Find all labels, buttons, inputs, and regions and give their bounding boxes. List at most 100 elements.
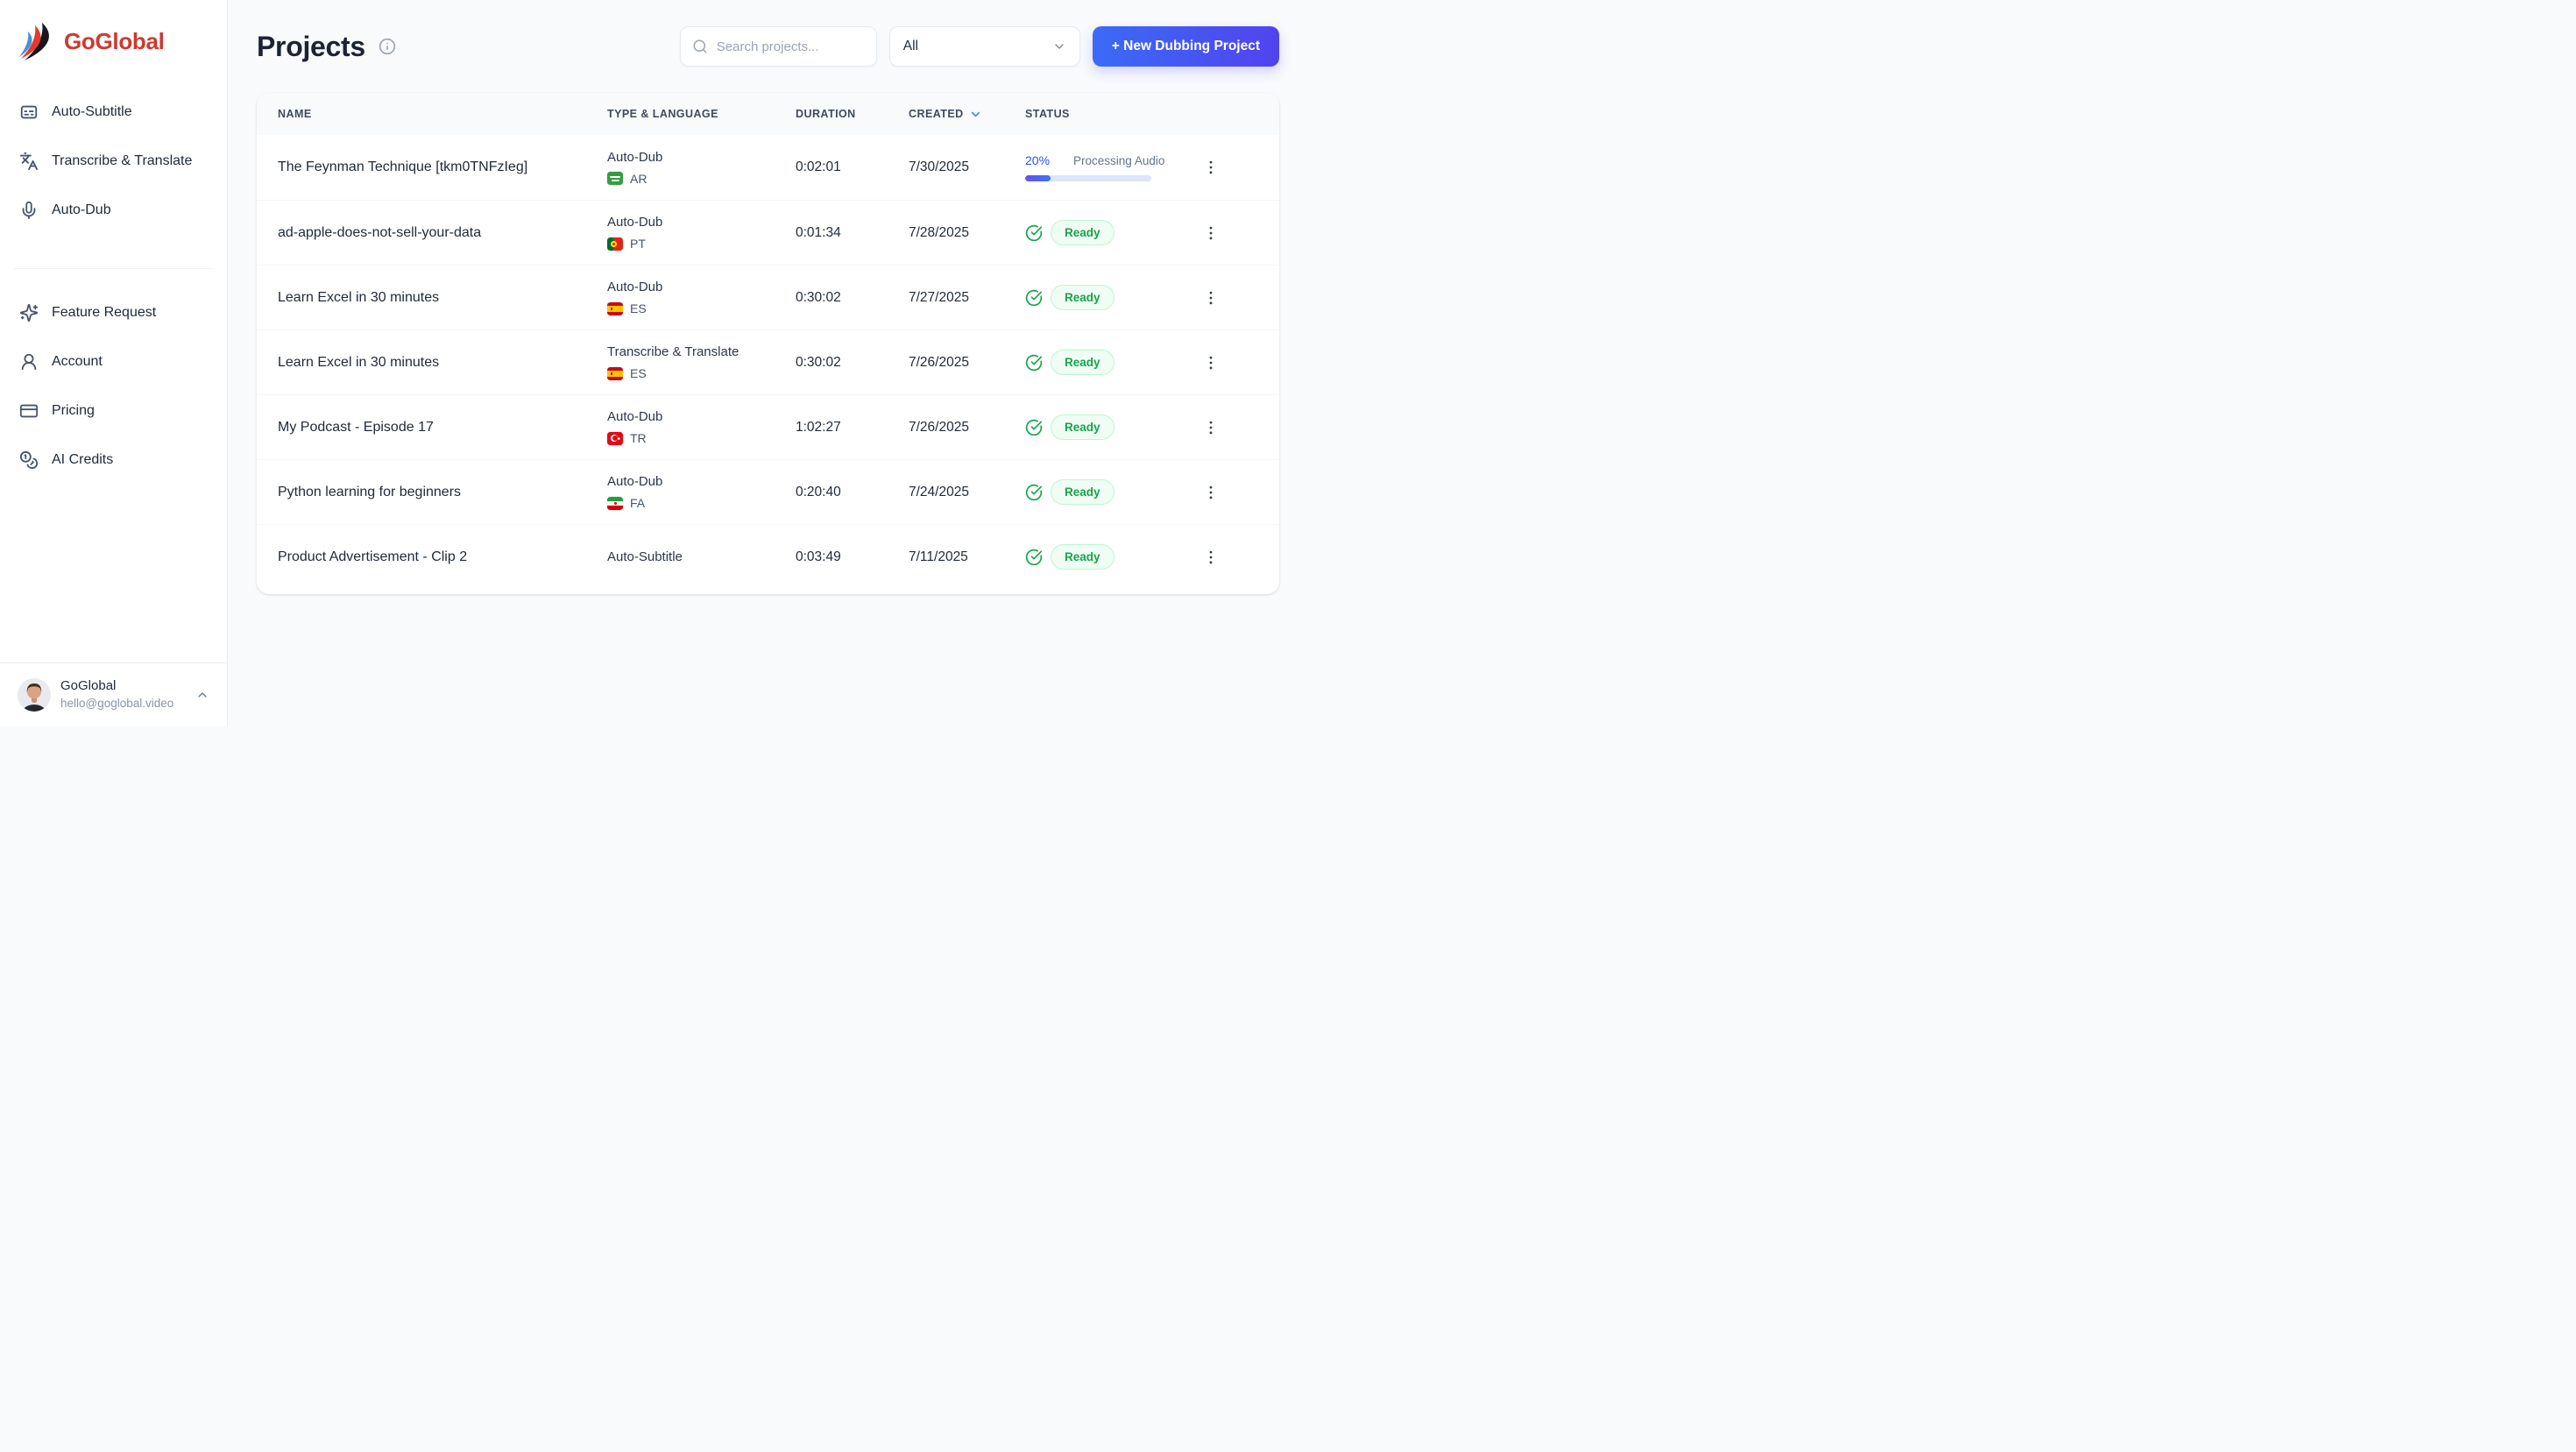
project-type: Auto-Dub [607, 280, 796, 294]
check-circle-icon [1025, 224, 1043, 242]
microphone-icon [19, 201, 39, 220]
status-ready: Ready [1025, 220, 1187, 245]
projects-table: NAME TYPE & LANGUAGE DURATION CREATED ST… [257, 93, 1279, 594]
table-row: My Podcast - Episode 17 Auto-Dub TR 1:02… [257, 394, 1279, 459]
project-type-language: Auto-Subtitle [607, 549, 796, 564]
row-actions-menu-button[interactable] [1196, 413, 1226, 443]
check-circle-icon [1025, 484, 1043, 501]
table-row: ad-apple-does-not-sell-your-data Auto-Du… [257, 200, 1279, 265]
project-language: PT [607, 237, 796, 251]
table-row: Product Advertisement - Clip 2 Auto-Subt… [257, 524, 1279, 589]
sidebar-item-label: Auto-Subtitle [52, 104, 132, 120]
row-actions-menu-button[interactable] [1196, 542, 1226, 572]
search-input[interactable] [717, 39, 865, 54]
user-menu[interactable]: GoGlobal hello@goglobal.video [0, 662, 227, 726]
sidebar-divider [14, 268, 213, 269]
user-name: GoGlobal [60, 678, 173, 695]
row-actions-menu-button[interactable] [1196, 218, 1226, 248]
credit-card-icon [19, 401, 39, 421]
column-header-duration: DURATION [796, 108, 909, 120]
row-actions-menu-button[interactable] [1196, 348, 1226, 378]
status-badge: Ready [1051, 544, 1115, 570]
project-type: Auto-Dub [607, 150, 796, 165]
sidebar-item-feature-request[interactable]: Feature Request [11, 294, 216, 332]
language-code: AR [630, 172, 647, 186]
project-type-language: Auto-Dub TR [607, 409, 796, 445]
language-code: ES [630, 366, 647, 380]
chevron-up-icon [195, 688, 209, 702]
sidebar-item-ai-credits[interactable]: AI Credits [11, 441, 216, 479]
status-processing: 20% Processing Audio [1025, 153, 1187, 181]
status-badge: Ready [1051, 285, 1115, 310]
primary-nav: Auto-Subtitle Transcribe & Translate Aut… [0, 67, 227, 230]
language-flag-icon [607, 432, 623, 445]
check-circle-icon [1025, 549, 1043, 566]
project-type-language: Auto-Dub ES [607, 280, 796, 315]
column-header-created[interactable]: CREATED [909, 108, 1025, 121]
filter-select[interactable]: All [889, 26, 1080, 67]
page-title: Projects [257, 31, 365, 63]
project-language: ES [607, 301, 796, 315]
language-code: FA [630, 496, 645, 510]
row-actions-menu-button[interactable] [1196, 478, 1226, 507]
secondary-nav: Feature Request Account Pricing AI Credi… [0, 294, 227, 479]
status-badge: Ready [1051, 220, 1115, 245]
sparkles-icon [19, 303, 39, 322]
project-type-language: Auto-Dub PT [607, 215, 796, 251]
project-duration: 0:30:02 [796, 355, 909, 371]
sidebar-item-pricing[interactable]: Pricing [11, 392, 216, 430]
project-duration: 0:02:01 [796, 159, 909, 175]
project-type-language: Transcribe & Translate ES [607, 344, 796, 380]
search-icon [692, 39, 708, 54]
info-icon[interactable] [379, 38, 396, 55]
sidebar-item-transcribe-translate[interactable]: Transcribe & Translate [11, 142, 216, 181]
project-type: Transcribe & Translate [607, 344, 796, 359]
project-status: Ready [1025, 544, 1187, 570]
avatar [18, 678, 51, 712]
check-circle-icon [1025, 354, 1043, 372]
language-code: PT [630, 237, 646, 251]
sidebar: GoGlobal Auto-Subtitle Transcribe & Tran… [0, 0, 228, 726]
sidebar-item-auto-subtitle[interactable]: Auto-Subtitle [11, 93, 216, 131]
sidebar-item-label: Account [52, 354, 103, 370]
project-name: Product Advertisement - Clip 2 [278, 549, 607, 565]
row-actions-menu-button[interactable] [1196, 283, 1226, 313]
coins-icon [19, 450, 39, 470]
project-type: Auto-Dub [607, 215, 796, 230]
progress-bar [1025, 175, 1151, 181]
status-ready: Ready [1025, 350, 1187, 375]
language-flag-icon [607, 237, 623, 251]
table-row: Learn Excel in 30 minutes Transcribe & T… [257, 329, 1279, 394]
brand-logo[interactable]: GoGlobal [0, 0, 227, 67]
sidebar-item-label: Pricing [52, 403, 95, 419]
column-header-type-language: TYPE & LANGUAGE [607, 108, 796, 120]
project-created-date: 7/27/2025 [909, 290, 1025, 306]
project-type: Auto-Subtitle [607, 549, 796, 564]
goglobal-logo-icon [16, 21, 56, 61]
project-status: 20% Processing Audio [1025, 153, 1187, 181]
table-header: NAME TYPE & LANGUAGE DURATION CREATED ST… [257, 93, 1279, 135]
project-status: Ready [1025, 414, 1187, 440]
project-duration: 0:20:40 [796, 485, 909, 500]
captions-icon [19, 103, 39, 122]
sidebar-item-auto-dub[interactable]: Auto-Dub [11, 191, 216, 230]
translate-icon [19, 152, 39, 171]
kebab-menu-icon [1202, 224, 1220, 242]
column-header-name: NAME [278, 108, 607, 120]
project-duration: 0:30:02 [796, 290, 909, 306]
kebab-menu-icon [1202, 549, 1220, 566]
kebab-menu-icon [1202, 354, 1220, 372]
project-created-date: 7/30/2025 [909, 159, 1025, 175]
project-name: Learn Excel in 30 minutes [278, 290, 607, 306]
project-duration: 0:01:34 [796, 225, 909, 241]
column-header-status: STATUS [1025, 108, 1187, 120]
new-dubbing-project-button[interactable]: + New Dubbing Project [1093, 26, 1279, 67]
project-duration: 0:03:49 [796, 549, 909, 565]
filter-value: All [903, 39, 918, 54]
sidebar-item-account[interactable]: Account [11, 343, 216, 381]
sidebar-item-label: Feature Request [52, 305, 156, 321]
project-created-date: 7/11/2025 [909, 549, 1025, 565]
project-language: ES [607, 366, 796, 380]
kebab-menu-icon [1202, 419, 1220, 436]
row-actions-menu-button[interactable] [1196, 152, 1226, 182]
